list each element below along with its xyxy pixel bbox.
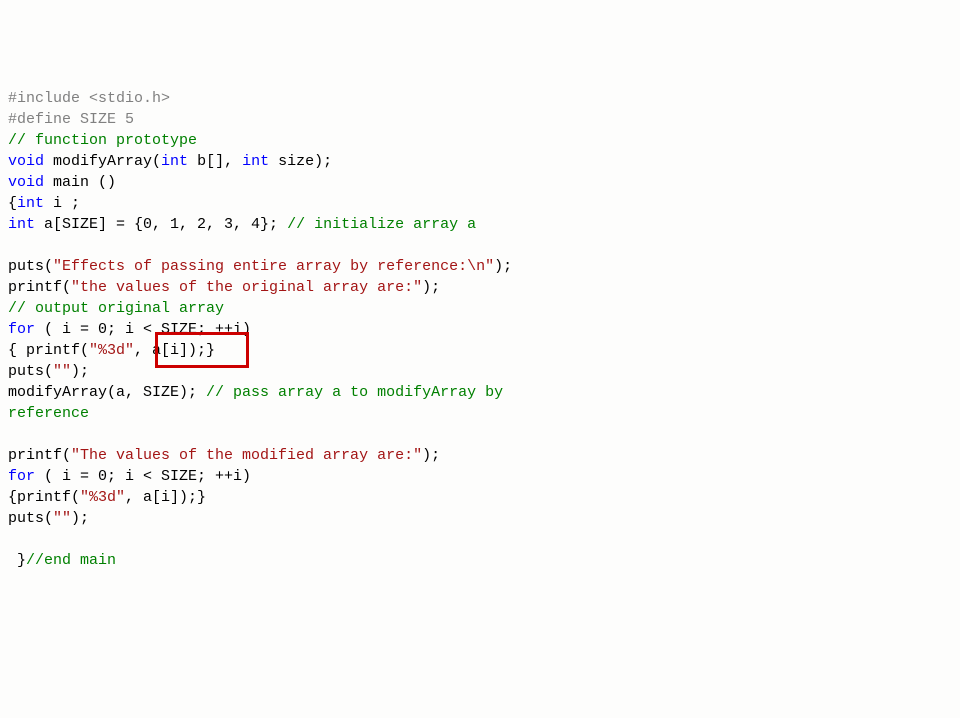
- comment: // initialize array a: [287, 216, 476, 233]
- comment: //end main: [26, 552, 116, 569]
- string-literal: "the values of the original array are:": [71, 279, 422, 296]
- keyword: for: [8, 321, 35, 338]
- keyword: void: [8, 174, 44, 191]
- code-text: );: [422, 447, 440, 464]
- keyword: int: [242, 153, 269, 170]
- brace: {: [8, 195, 17, 212]
- code-text: printf(: [8, 279, 71, 296]
- code-text: modifyArray(a, SIZE);: [8, 384, 206, 401]
- code-text: a[SIZE] = {0, 1, 2, 3, 4};: [35, 216, 287, 233]
- code-text: size);: [269, 153, 332, 170]
- code-text: puts(: [8, 363, 53, 380]
- code-text: , a[i]);}: [134, 342, 215, 359]
- code-text: );: [494, 258, 512, 275]
- code-text: main (): [44, 174, 116, 191]
- code-text: puts(: [8, 510, 53, 527]
- keyword: int: [8, 216, 35, 233]
- code-block: #include <stdio.h> #define SIZE 5 // fun…: [8, 88, 952, 571]
- keyword: for: [8, 468, 35, 485]
- preproc: #define: [8, 111, 71, 128]
- code-text: modifyArray(: [44, 153, 161, 170]
- comment: // output original array: [8, 300, 224, 317]
- include-header: <stdio.h>: [80, 90, 170, 107]
- code-text: , a[i]);}: [125, 489, 206, 506]
- code-text: printf(: [8, 447, 71, 464]
- string-literal: "": [53, 510, 71, 527]
- comment-continued: reference: [8, 405, 89, 422]
- keyword: int: [17, 195, 44, 212]
- string-literal: "Effects of passing entire array by refe…: [53, 258, 494, 275]
- comment: // pass array a to modifyArray by: [206, 384, 512, 401]
- code-text: i ;: [44, 195, 80, 212]
- preproc: #include: [8, 90, 80, 107]
- code-text: { printf(: [8, 342, 89, 359]
- code-text: );: [71, 510, 89, 527]
- string-literal: "%3d": [89, 342, 134, 359]
- code-text: );: [71, 363, 89, 380]
- code-text: ( i = 0; i < SIZE; ++i): [35, 321, 251, 338]
- brace: }: [8, 552, 26, 569]
- keyword: int: [161, 153, 188, 170]
- keyword: void: [8, 153, 44, 170]
- string-literal: "%3d": [80, 489, 125, 506]
- code-text: ( i = 0; i < SIZE; ++i): [35, 468, 251, 485]
- macro-def: SIZE 5: [71, 111, 134, 128]
- comment: // function prototype: [8, 132, 197, 149]
- code-text: b[],: [188, 153, 242, 170]
- string-literal: "The values of the modified array are:": [71, 447, 422, 464]
- code-text: puts(: [8, 258, 53, 275]
- code-text: {printf(: [8, 489, 80, 506]
- code-text: );: [422, 279, 440, 296]
- string-literal: "": [53, 363, 71, 380]
